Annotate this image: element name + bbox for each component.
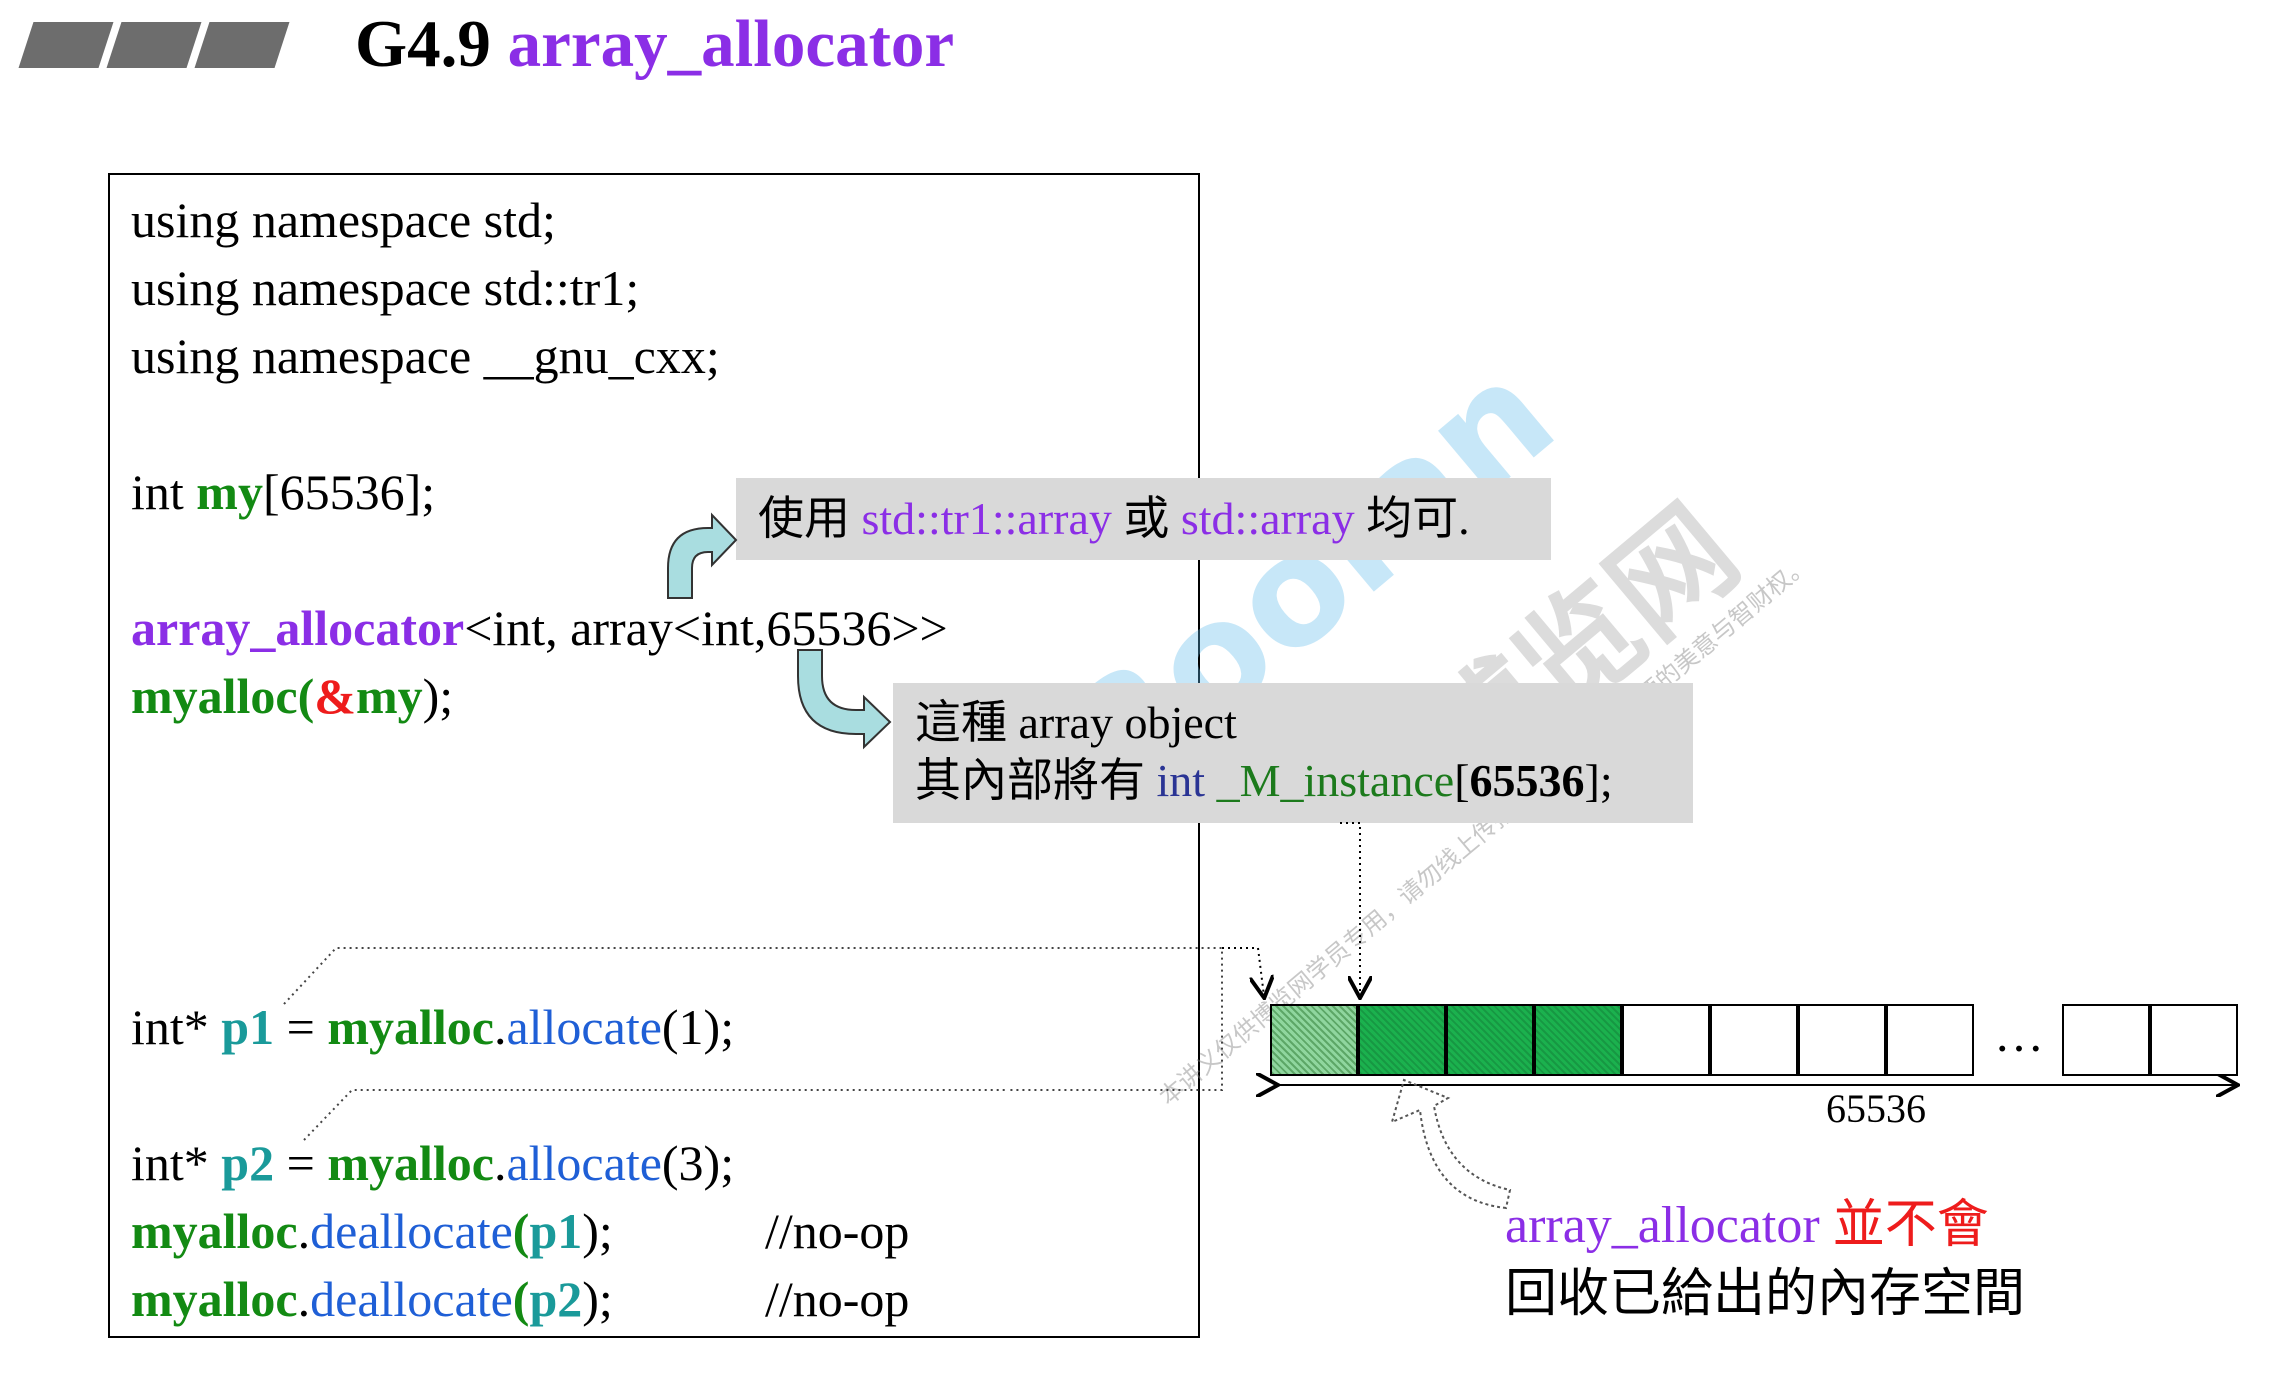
cells-ellipsis: …: [1994, 1006, 2044, 1062]
memory-cell: [1710, 1004, 1798, 1076]
p1-pointer: [1222, 947, 1264, 996]
p2-connector: [303, 1089, 1008, 1141]
curved-arrow-icon: [797, 649, 892, 750]
array-size-label: 65536: [1826, 1086, 1926, 1131]
memory-cell-used: [1446, 1004, 1534, 1076]
memory-cell: [1798, 1004, 1886, 1076]
caption-text: 並不會: [1819, 1197, 1989, 1254]
memory-cell: [2062, 1004, 2150, 1076]
p1-connector: [283, 947, 1223, 1091]
hollow-arrow-icon: [1390, 1078, 1512, 1210]
caption-line: 回收已給出的內存空間: [1505, 1266, 2026, 1323]
memory-cell-used: [1534, 1004, 1622, 1076]
memory-cell: [2150, 1004, 2238, 1076]
p2-pointer: [1340, 822, 1360, 996]
caption-code: array_allocator: [1505, 1197, 1820, 1254]
caption-line: array_allocator 並不會: [1505, 1193, 1989, 1259]
curved-arrow-icon: [667, 512, 738, 599]
memory-cell-used: [1270, 1004, 1358, 1076]
memory-cell: [1622, 1004, 1710, 1076]
memory-cell: [1886, 1004, 1974, 1076]
memory-cell-used: [1358, 1004, 1446, 1076]
connector-layer: [283, 512, 2296, 1210]
